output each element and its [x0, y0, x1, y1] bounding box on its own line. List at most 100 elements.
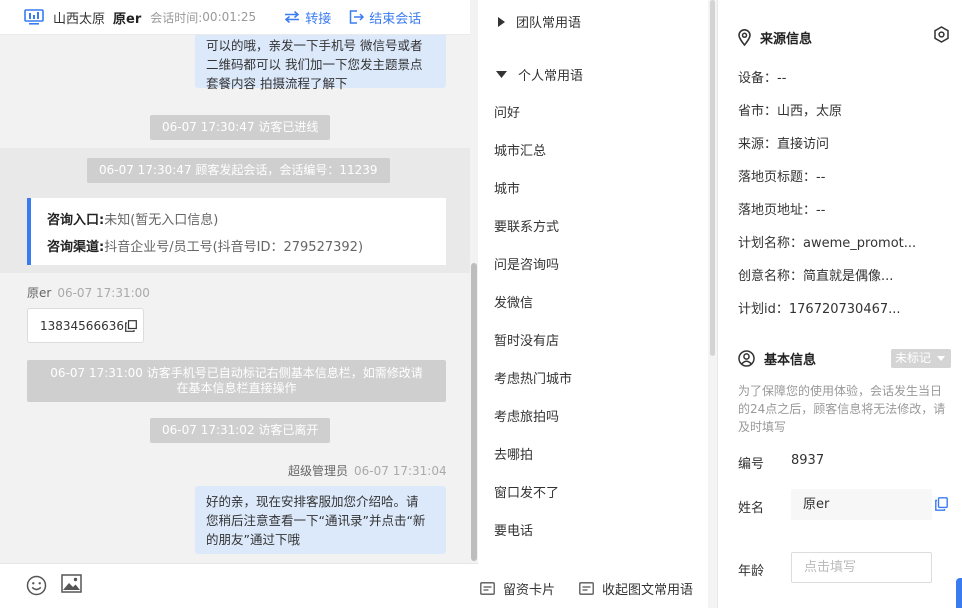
id-value: 8937 [791, 453, 825, 468]
end-session-label: 结束会话 [369, 11, 422, 27]
phrase-item[interactable]: 暂时没有店 [494, 330, 559, 349]
row-label: 计划名称： [738, 236, 804, 251]
source-row-plan-name: 计划名称：aweme_promot... [738, 232, 958, 251]
name-field[interactable]: 原er [791, 489, 932, 520]
personal-phrases-group[interactable]: 个人常用语 [496, 65, 583, 84]
settings-hex-icon[interactable] [933, 26, 950, 43]
phrases-scrollbar-thumb[interactable] [710, 0, 715, 356]
collapse-phrases-button[interactable]: 收起图文常用语 [579, 579, 693, 598]
phrase-item[interactable]: 要电话 [494, 520, 533, 539]
side-action-button[interactable] [956, 578, 962, 608]
mark-status-dropdown[interactable]: 未标记 [891, 349, 951, 368]
team-phrases-label: 团队常用语 [516, 16, 582, 31]
row-value: -- [816, 203, 826, 218]
row-value: 山西，太原 [777, 104, 843, 119]
chat-scrollbar-thumb[interactable] [471, 263, 477, 561]
consult-entry-label: 咨询入口: [47, 213, 105, 228]
source-row-source: 来源：直接访问 [738, 133, 958, 152]
sender-name: 超级管理员 [288, 464, 349, 478]
copy-icon[interactable] [125, 319, 137, 332]
copy-icon[interactable] [935, 497, 948, 511]
agent-message-bubble: 好的亲，现在安排客服加您介绍哈。请 您稍后注意查看一下“通讯录”并点击“新 的朋… [195, 486, 446, 554]
consult-channel-row: 咨询渠道:抖音企业号/员工号(抖音号ID：279527392) [47, 234, 446, 261]
system-message-visitor-entered: 06-07 17:30:47 访客已进线 [150, 115, 331, 140]
end-session-button[interactable]: 结束会话 [349, 8, 421, 27]
age-label: 年龄 [738, 564, 765, 579]
emoji-icon[interactable] [26, 575, 47, 596]
phrase-item[interactable]: 考虑旅拍吗 [494, 406, 559, 425]
chat-input-toolbar [0, 563, 478, 608]
sender-name: 原er [27, 286, 52, 300]
card-icon [480, 582, 495, 595]
caret-down-icon [936, 356, 945, 361]
visitor-location: 山西太原 [53, 11, 106, 27]
source-row-landing-url: 落地页地址：-- [738, 199, 958, 218]
customer-info-panel: 来源信息 设备：-- 省市：山西，太原 来源：直接访问 落地页标题：-- 落地页… [718, 0, 962, 608]
source-row-device: 设备：-- [738, 67, 958, 86]
visitor-name: 原er [113, 11, 142, 27]
edit-notice: 为了保障您的使用体验，会话发生当日的24点之后，顾客信息将无法修改，请及时填写 [738, 384, 946, 434]
message-line: 二维码都可以 我们加一下您发主题景点 [206, 57, 423, 72]
system-message-visitor-left: 06-07 17:31:02 访客已离开 [150, 418, 331, 443]
phone-number: 13834566636 [40, 318, 124, 333]
message-list[interactable]: 可以的哦，亲发一下手机号 微信号或者 二维码都可以 我们加一下您发主题景点 套餐… [0, 35, 470, 563]
name-label: 姓名 [738, 501, 765, 516]
source-row-landing-title: 落地页标题：-- [738, 166, 958, 185]
chat-header: 山西太原 原er 会话时间: 00:01:25 转接 结束会话 [0, 0, 470, 35]
session-time-label: 会话时间: [150, 10, 203, 25]
phrase-item[interactable]: 考虑热门城市 [494, 368, 572, 387]
phrase-item[interactable]: 要联系方式 [494, 216, 559, 235]
visitor-sender-line: 原er 06-07 17:31:00 [27, 284, 150, 301]
personal-phrases-label: 个人常用语 [518, 69, 584, 84]
monitor-icon [24, 9, 44, 25]
phrase-item[interactable]: 发微信 [494, 292, 533, 311]
row-value: aweme_promot... [803, 236, 917, 251]
transfer-button[interactable]: 转接 [284, 8, 331, 27]
caret-down-icon [496, 71, 507, 78]
phone-message[interactable]: 13834566636 [27, 308, 144, 343]
message-line: 您稍后注意查看一下“通讯录”并点击“新 [206, 513, 426, 528]
sender-time: 06-07 17:31:00 [57, 286, 150, 300]
age-input[interactable] [791, 552, 932, 583]
system-message-session-started: 06-07 17:30:47 顾客发起会话，会话编号：11239 [87, 158, 390, 183]
user-circle-icon [738, 350, 755, 367]
chat-scrollbar[interactable] [470, 35, 478, 563]
row-label: 落地页标题： [738, 170, 817, 185]
message-line: 可以的哦，亲发一下手机号 微信号或者 [206, 38, 423, 53]
sender-time: 06-07 17:31:04 [354, 464, 447, 478]
message-line: 的朋友”通过下哦 [206, 532, 300, 547]
phrase-item[interactable]: 问是咨询吗 [494, 254, 559, 273]
consult-channel-label: 咨询渠道: [47, 240, 105, 255]
source-info-title: 来源信息 [738, 28, 812, 47]
basic-info-label: 基本信息 [764, 353, 817, 368]
message-line: 06-07 17:31:00 访客手机号已自动标记右侧基本信息栏，如需修改请 [50, 366, 423, 380]
phrase-item[interactable]: 去哪拍 [494, 444, 533, 463]
phrase-item[interactable]: 城市汇总 [494, 140, 546, 159]
consult-channel-value: 抖音企业号/员工号(抖音号ID：279527392) [104, 240, 364, 255]
source-row-region: 省市：山西，太原 [738, 100, 958, 119]
message-line: 好的亲，现在安排客服加您介绍哈。请 [206, 494, 419, 509]
phrase-item[interactable]: 窗口发不了 [494, 482, 559, 501]
agent-message-bubble: 可以的哦，亲发一下手机号 微信号或者 二维码都可以 我们加一下您发主题景点 套餐… [195, 35, 446, 91]
session-time: 00:01:25 [202, 10, 257, 24]
image-icon[interactable] [61, 574, 82, 593]
caret-right-icon [498, 16, 505, 27]
row-label: 省市： [738, 104, 778, 119]
basic-info-title: 基本信息 [738, 349, 816, 368]
phrases-panel: 团队常用语 个人常用语 问好 城市汇总 城市 要联系方式 问是咨询吗 发微信 暂… [478, 0, 708, 608]
id-label: 编号 [738, 457, 765, 472]
phrases-scrollbar[interactable] [708, 0, 717, 608]
message-line: 套餐内容 拍摄流程了解下 [206, 76, 348, 91]
message-line: 在基本信息栏直接操作 [176, 381, 297, 395]
lead-card-label: 留资卡片 [503, 583, 556, 598]
admin-sender-line: 超级管理员 06-07 17:31:04 [288, 462, 447, 479]
phrase-item[interactable]: 城市 [494, 178, 520, 197]
team-phrases-group[interactable]: 团队常用语 [498, 12, 581, 31]
chat-panel: 山西太原 原er 会话时间: 00:01:25 转接 结束会话 可以的哦，亲发一… [0, 0, 478, 608]
row-label: 设备： [738, 71, 778, 86]
row-label: 创意名称： [738, 269, 804, 284]
row-label: 落地页地址： [738, 203, 817, 218]
location-pin-icon [738, 29, 751, 46]
phrase-item[interactable]: 问好 [494, 102, 520, 121]
lead-card-button[interactable]: 留资卡片 [480, 579, 555, 598]
